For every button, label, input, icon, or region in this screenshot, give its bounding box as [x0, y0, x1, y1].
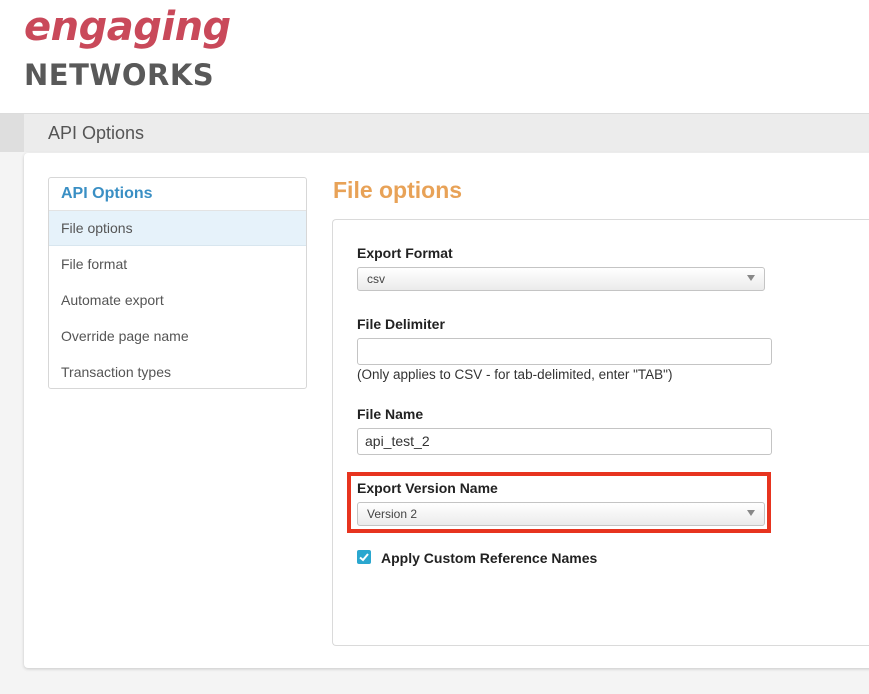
export-format-value: csv [367, 272, 385, 286]
title-bar: API Options [0, 114, 869, 152]
export-version-label: Export Version Name [357, 480, 498, 496]
apply-custom-label[interactable]: Apply Custom Reference Names [381, 550, 597, 566]
logo-networks[interactable]: NETWORKS [24, 58, 214, 92]
file-options-panel: Export Format csv File Delimiter (Only a… [332, 219, 869, 646]
file-name-label: File Name [357, 406, 424, 422]
sidebar-item-automate-export[interactable]: Automate export [49, 282, 306, 318]
export-version-select[interactable]: Version 2 [357, 502, 765, 526]
sidebar-item-override-page-name[interactable]: Override page name [49, 318, 306, 354]
sidebar-item-transaction-types[interactable]: Transaction types [49, 354, 306, 388]
file-delimiter-hint: (Only applies to CSV - for tab-delimited… [357, 367, 673, 382]
sidebar-item-file-options[interactable]: File options [49, 211, 306, 246]
file-delimiter-label: File Delimiter [357, 316, 445, 332]
chevron-down-icon [747, 510, 755, 516]
sidebar-item-file-format[interactable]: File format [49, 246, 306, 282]
check-icon [359, 553, 369, 562]
export-format-label: Export Format [357, 245, 453, 261]
export-version-value: Version 2 [367, 507, 418, 521]
chevron-down-icon [747, 275, 755, 281]
logo-engaging[interactable]: engaging [24, 4, 231, 50]
export-format-select[interactable]: csv [357, 267, 765, 291]
app-header: engaging NETWORKS [0, 0, 869, 114]
sidebar-nav: API Options File options File format Aut… [48, 177, 307, 389]
section-heading: File options [333, 177, 463, 203]
title-bar-accent [0, 114, 24, 152]
apply-custom-checkbox[interactable] [357, 550, 371, 564]
file-delimiter-input[interactable] [357, 338, 772, 365]
content-card: API Options File options File format Aut… [24, 153, 869, 668]
sidebar-heading: API Options [49, 178, 306, 211]
page-title: API Options [48, 123, 145, 143]
file-name-input[interactable]: api_test_2 [357, 428, 772, 455]
